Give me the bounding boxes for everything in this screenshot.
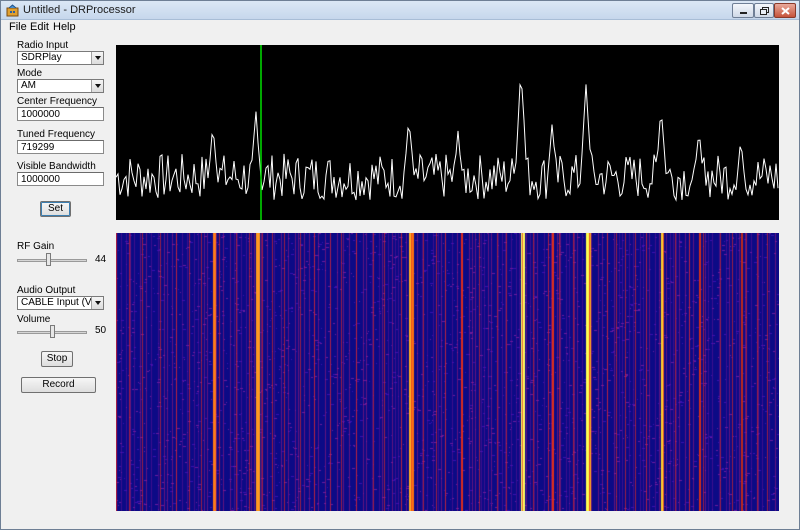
close-button[interactable] (774, 3, 796, 18)
dropdown-arrow[interactable] (91, 80, 103, 92)
slider-thumb[interactable] (49, 325, 55, 338)
chevron-down-icon (94, 56, 101, 60)
slider-track (17, 259, 87, 262)
maximize-button[interactable] (754, 3, 774, 18)
menu-edit[interactable]: Edit (30, 21, 49, 33)
minimize-icon (739, 12, 747, 14)
dropdown-arrow[interactable] (91, 297, 103, 309)
radio-input-value: SDRPlay (21, 52, 62, 63)
center-frequency-label: Center Frequency (17, 96, 98, 107)
radio-input-label: Radio Input (17, 40, 69, 51)
volume-label: Volume (17, 314, 51, 325)
visible-bandwidth-label: Visible Bandwidth (17, 161, 96, 172)
waterfall-image (116, 233, 779, 511)
set-button[interactable]: Set (40, 201, 71, 217)
tuned-frequency-label: Tuned Frequency (17, 129, 96, 140)
tuned-frequency-input[interactable] (17, 140, 104, 154)
mode-label: Mode (17, 68, 43, 79)
spectrum-display[interactable] (115, 45, 779, 220)
mode-select[interactable]: AM (17, 79, 104, 93)
rf-gain-label: RF Gain (17, 241, 55, 252)
mode-value: AM (21, 80, 36, 91)
record-button[interactable]: Record (21, 377, 96, 393)
menu-file[interactable]: File (9, 21, 27, 33)
chevron-down-icon (94, 301, 101, 305)
chevron-down-icon (94, 84, 101, 88)
spectrum-trace (115, 82, 779, 202)
slider-thumb[interactable] (45, 253, 51, 266)
stop-button[interactable]: Stop (41, 351, 73, 367)
dropdown-arrow[interactable] (91, 52, 103, 64)
title-bar[interactable]: Untitled - DRProcessor (1, 1, 799, 20)
minimize-button[interactable] (732, 3, 754, 18)
audio-output-label: Audio Output (17, 285, 76, 296)
menu-help[interactable]: Help (53, 21, 76, 33)
app-icon (6, 4, 19, 17)
audio-output-select[interactable]: CABLE Input (VB-Audio (17, 296, 104, 310)
waterfall-display[interactable] (116, 233, 779, 511)
spectrum-plot (115, 45, 779, 220)
restore-icon (759, 6, 769, 15)
rf-gain-value: 44 (95, 254, 107, 265)
volume-value: 50 (95, 325, 107, 336)
app-window: Untitled - DRProcessor File Edit Help Ra… (0, 0, 800, 530)
close-icon (780, 6, 790, 15)
center-frequency-input[interactable] (17, 107, 104, 121)
menu-bar: File Edit Help (1, 20, 799, 35)
radio-input-select[interactable]: SDRPlay (17, 51, 104, 65)
visible-bandwidth-input[interactable] (17, 172, 104, 186)
window-title: Untitled - DRProcessor (23, 4, 136, 16)
